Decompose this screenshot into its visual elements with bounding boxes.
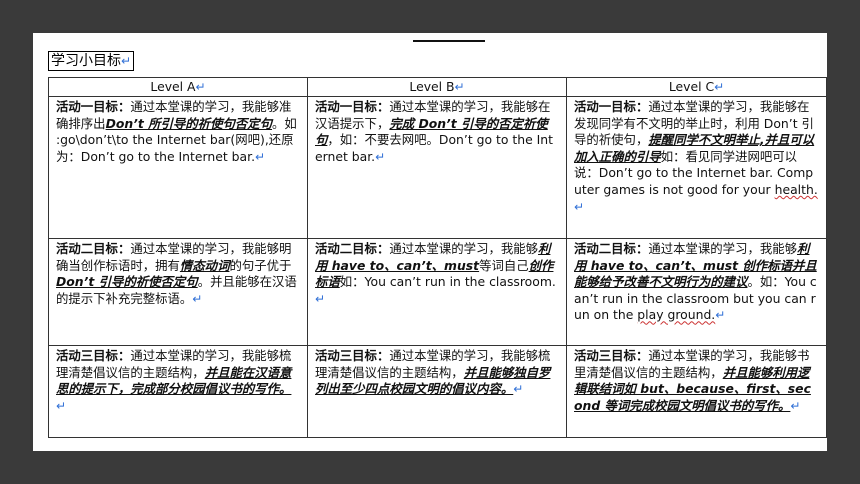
paragraph-mark-icon: ↵: [195, 80, 206, 94]
cell-a1: 活动一目标：通过本堂课的学习，我能够准确排序出Don’t 所引导的祈使句否定句。…: [48, 96, 308, 239]
cell-c2: 活动二目标：通过本堂课的学习，我能够利用 have to、can’t、must …: [566, 238, 827, 346]
paragraph-mark-icon: ↵: [56, 398, 67, 413]
table-row-activity-2: 活动二目标：通过本堂课的学习，我能够明确当创作标语时，拥有情态动词的句子优于 D…: [48, 238, 827, 346]
paragraph-mark-icon: ↵: [315, 291, 326, 306]
section-heading-text: 学习小目标: [51, 53, 121, 69]
column-header-level-b: Level B↵: [307, 77, 567, 97]
paragraph-mark-icon: ↵: [192, 291, 203, 306]
paragraph-mark-icon: ↵: [513, 382, 524, 397]
paragraph-mark-icon: ↵: [714, 80, 725, 94]
cell-a3: 活动三目标：通过本堂课的学习，我能够梳理清楚倡议信的主题结构，并且能在汉语意思的…: [48, 345, 308, 438]
header-row: Level A↵ Level B↵ Level C↵: [48, 77, 827, 97]
top-rule: [413, 40, 485, 42]
cell-c1: 活动一目标：通过本堂课的学习，我能够在发现同学有不文明的举止时，利用 Don’t…: [566, 96, 827, 239]
objectives-table: Level A↵ Level B↵ Level C↵ 活动一目标：通过本堂课的学…: [48, 77, 827, 438]
paragraph-mark-icon: ↵: [574, 199, 585, 214]
paragraph-mark-icon: ↵: [715, 308, 726, 323]
section-heading: 学习小目标↵: [48, 51, 135, 71]
cell-b1: 活动一目标：通过本堂课的学习，我能够在汉语提示下，完成 Don’t 引导的否定祈…: [307, 96, 567, 239]
table-row-activity-1: 活动一目标：通过本堂课的学习，我能够准确排序出Don’t 所引导的祈使句否定句。…: [48, 96, 827, 239]
cell-b3: 活动三目标：通过本堂课的学习，我能够梳理清楚倡议信的主题结构，并且能够独自罗列出…: [307, 345, 567, 438]
paragraph-mark-icon: ↵: [790, 398, 801, 413]
column-header-level-a: Level A↵: [48, 77, 308, 97]
table-row-activity-3: 活动三目标：通过本堂课的学习，我能够梳理清楚倡议信的主题结构，并且能在汉语意思的…: [48, 345, 827, 438]
paragraph-mark-icon: ↵: [121, 54, 132, 68]
paragraph-mark-icon: ↵: [255, 149, 266, 164]
cell-c3: 活动三目标：通过本堂课的学习，我能够书里清楚倡议信的主题结构，并且能够利用逻辑联…: [566, 345, 827, 438]
cell-a2: 活动二目标：通过本堂课的学习，我能够明确当创作标语时，拥有情态动词的句子优于 D…: [48, 238, 308, 346]
document-page: 学习小目标↵ Level A↵ Level B↵ Level C↵ 活动一目标：…: [33, 33, 827, 451]
paragraph-mark-icon: ↵: [375, 149, 386, 164]
cell-b2: 活动二目标：通过本堂课的学习，我能够利用 have to、can’t、must等…: [307, 238, 567, 346]
column-header-level-c: Level C↵: [566, 77, 827, 97]
paragraph-mark-icon: ↵: [454, 80, 465, 94]
